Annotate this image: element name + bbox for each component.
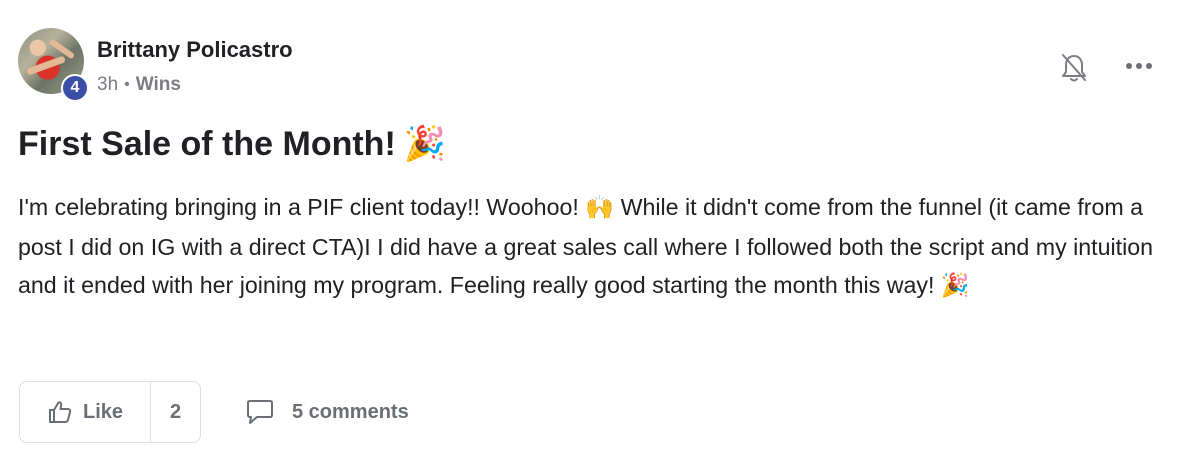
more-horizontal-icon (1126, 63, 1152, 69)
notifications-toggle-button[interactable] (1060, 52, 1088, 84)
post-title-text: First Sale of the Month! (18, 124, 396, 163)
raising-hands-icon: 🙌 (585, 194, 615, 221)
like-label: Like (82, 400, 124, 423)
like-count[interactable]: 2 (151, 382, 200, 442)
post-time: 3h (97, 74, 119, 95)
party-popper-icon-2: 🎉 (940, 272, 970, 299)
comments-button[interactable]: 5 comments (244, 398, 409, 426)
post-title: First Sale of the Month! 🎉 (18, 124, 446, 164)
more-options-button[interactable] (1124, 56, 1154, 76)
author-name[interactable]: Brittany Policastro (97, 37, 293, 63)
comment-icon (247, 400, 273, 424)
post-body-text-1: I'm celebrating bringing in a PIF client… (18, 194, 586, 220)
level-badge: 4 (61, 74, 89, 102)
like-button[interactable]: Like (20, 382, 151, 442)
thumbs-up-icon (48, 401, 72, 423)
party-popper-icon: 🎉 (403, 124, 447, 164)
like-group: Like 2 (19, 381, 201, 443)
comments-label: 5 comments (292, 400, 409, 423)
post-body: I'm celebrating bringing in a PIF client… (18, 188, 1178, 306)
bell-off-icon (1062, 54, 1086, 82)
post-category[interactable]: Wins (136, 74, 181, 96)
meta-separator: • (124, 76, 130, 93)
post-meta: 3h • Wins (97, 74, 181, 96)
